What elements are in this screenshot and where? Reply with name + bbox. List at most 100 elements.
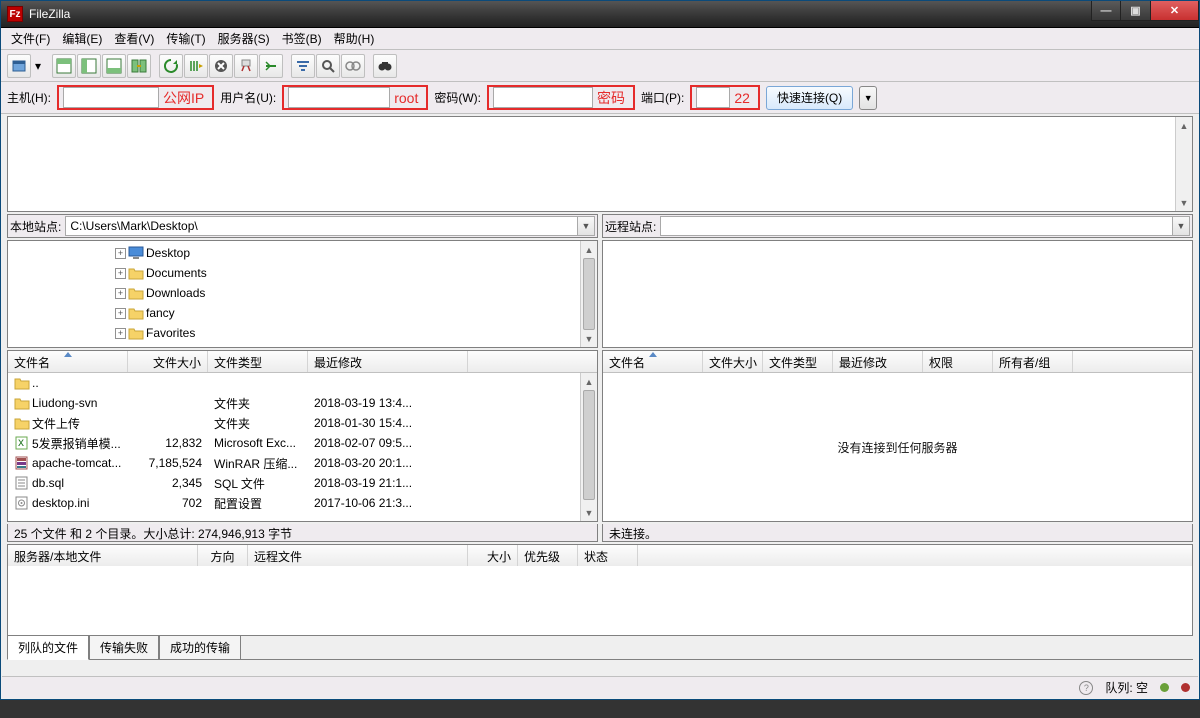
toggle-queue-button[interactable] xyxy=(102,54,126,78)
qcol-prio[interactable]: 优先级 xyxy=(518,545,578,566)
minimize-button[interactable]: — xyxy=(1091,1,1121,21)
qcol-remote[interactable]: 远程文件 xyxy=(248,545,468,566)
local-summary: 25 个文件 和 2 个目录。大小总计: 274,946,913 字节 xyxy=(7,524,598,542)
tree-node[interactable]: +Desktop xyxy=(115,243,595,263)
file-modified: 2018-03-20 20:1... xyxy=(308,456,468,470)
quickconnect-button[interactable]: 快速连接(Q) xyxy=(766,86,853,110)
chevron-down-icon[interactable]: ▼ xyxy=(1172,217,1189,235)
message-log[interactable]: ▲▼ xyxy=(7,116,1193,212)
tab-queued[interactable]: 列队的文件 xyxy=(7,635,89,660)
sync-browse-button[interactable] xyxy=(127,54,151,78)
file-name: 5发票报销单模... xyxy=(32,435,121,452)
menu-help[interactable]: 帮助(H) xyxy=(328,28,381,49)
remote-file-list[interactable]: 文件名 文件大小 文件类型 最近修改 权限 所有者/组 没有连接到任何服务器 xyxy=(602,350,1193,522)
pass-input[interactable] xyxy=(493,87,593,108)
queue-body[interactable] xyxy=(7,566,1193,636)
list-item[interactable]: .. xyxy=(8,373,597,393)
reconnect-button[interactable] xyxy=(259,54,283,78)
col-owner[interactable]: 所有者/组 xyxy=(993,351,1073,372)
menu-transfer[interactable]: 传输(T) xyxy=(160,28,211,49)
list-item[interactable]: apache-tomcat...7,185,524WinRAR 压缩...201… xyxy=(8,453,597,473)
menu-edit[interactable]: 编辑(E) xyxy=(56,28,108,49)
col-filename[interactable]: 文件名 xyxy=(603,351,703,372)
host-input[interactable] xyxy=(63,87,159,108)
remote-site-combo[interactable]: ▼ xyxy=(660,216,1190,236)
tab-failed[interactable]: 传输失败 xyxy=(89,635,159,660)
tab-success[interactable]: 成功的传输 xyxy=(159,635,241,660)
port-annotation: 22 xyxy=(690,85,760,110)
app-icon: Fz xyxy=(7,6,23,22)
expand-icon[interactable]: + xyxy=(115,328,126,339)
dropdown-button[interactable]: ▾ xyxy=(32,54,44,78)
indicator-green-icon xyxy=(1160,683,1169,692)
log-scrollbar[interactable]: ▲▼ xyxy=(1175,117,1192,211)
menu-view[interactable]: 查看(V) xyxy=(108,28,160,49)
process-queue-button[interactable] xyxy=(184,54,208,78)
local-site-combo[interactable]: C:\Users\Mark\Desktop\ ▼ xyxy=(65,216,595,236)
qcol-dir[interactable]: 方向 xyxy=(198,545,248,566)
file-modified: 2018-01-30 15:4... xyxy=(308,416,468,430)
file-size: 702 xyxy=(128,496,208,510)
search-button[interactable] xyxy=(316,54,340,78)
remote-noconn-text: 没有连接到任何服务器 xyxy=(603,373,1192,521)
qcol-size[interactable]: 大小 xyxy=(468,545,518,566)
filter-button[interactable] xyxy=(291,54,315,78)
col-perm[interactable]: 权限 xyxy=(923,351,993,372)
local-tree-scrollbar[interactable]: ▲▼ xyxy=(580,241,597,347)
user-annotation: root xyxy=(282,85,428,110)
list-item[interactable]: 文件上传文件夹2018-01-30 15:4... xyxy=(8,413,597,433)
col-filename[interactable]: 文件名 xyxy=(8,351,128,372)
list-item[interactable]: desktop.ini702配置设置2017-10-06 21:3... xyxy=(8,493,597,513)
toggle-tree-button[interactable] xyxy=(77,54,101,78)
tree-label: Documents xyxy=(146,266,207,280)
disconnect-button[interactable] xyxy=(234,54,258,78)
col-size[interactable]: 文件大小 xyxy=(128,351,208,372)
pass-label: 密码(W): xyxy=(434,89,481,106)
tree-node[interactable]: +Favorites xyxy=(115,323,595,343)
col-size[interactable]: 文件大小 xyxy=(703,351,763,372)
binoculars-button[interactable] xyxy=(373,54,397,78)
expand-icon[interactable]: + xyxy=(115,288,126,299)
chevron-down-icon[interactable]: ▼ xyxy=(577,217,594,235)
quickconnect-dropdown[interactable]: ▼ xyxy=(859,86,877,110)
menu-file[interactable]: 文件(F) xyxy=(5,28,56,49)
help-icon[interactable]: ? xyxy=(1079,681,1093,695)
cancel-button[interactable] xyxy=(209,54,233,78)
site-manager-button[interactable] xyxy=(7,54,31,78)
remote-tree[interactable] xyxy=(602,240,1193,348)
menu-bookmarks[interactable]: 书签(B) xyxy=(276,28,328,49)
file-name: 文件上传 xyxy=(32,415,80,432)
tree-node[interactable]: +Downloads xyxy=(115,283,595,303)
local-site-bar: 本地站点: C:\Users\Mark\Desktop\ ▼ xyxy=(7,214,598,238)
expand-icon[interactable]: + xyxy=(115,248,126,259)
expand-icon[interactable]: + xyxy=(115,308,126,319)
host-annotation: 公网IP xyxy=(57,85,214,110)
tree-node[interactable]: + Documents xyxy=(115,263,595,283)
col-type[interactable]: 文件类型 xyxy=(763,351,833,372)
local-file-list[interactable]: 文件名 文件大小 文件类型 最近修改 ..Liudong-svn文件夹2018-… xyxy=(7,350,598,522)
compare-button[interactable] xyxy=(341,54,365,78)
list-item[interactable]: Liudong-svn文件夹2018-03-19 13:4... xyxy=(8,393,597,413)
expand-icon[interactable]: + xyxy=(115,268,126,279)
local-list-scrollbar[interactable]: ▲▼ xyxy=(580,373,597,521)
toggle-log-button[interactable] xyxy=(52,54,76,78)
refresh-button[interactable] xyxy=(159,54,183,78)
col-type[interactable]: 文件类型 xyxy=(208,351,308,372)
port-input[interactable] xyxy=(696,87,730,108)
local-columns: 文件名 文件大小 文件类型 最近修改 xyxy=(8,351,597,373)
port-label: 端口(P): xyxy=(641,89,684,106)
maximize-button[interactable]: ▣ xyxy=(1121,1,1151,21)
tree-node[interactable]: +fancy xyxy=(115,303,595,323)
local-tree[interactable]: +Desktop+Documents+Downloads+fancy+Favor… xyxy=(7,240,598,348)
qcol-server[interactable]: 服务器/本地文件 xyxy=(8,545,198,566)
user-input[interactable] xyxy=(288,87,390,108)
menu-server[interactable]: 服务器(S) xyxy=(212,28,276,49)
local-site-label: 本地站点: xyxy=(10,218,61,235)
host-label: 主机(H): xyxy=(7,89,51,106)
close-button[interactable]: ✕ xyxy=(1151,1,1199,21)
col-modified[interactable]: 最近修改 xyxy=(308,351,468,372)
list-item[interactable]: x5发票报销单模...12,832Microsoft Exc...2018-02… xyxy=(8,433,597,453)
col-modified[interactable]: 最近修改 xyxy=(833,351,923,372)
list-item[interactable]: db.sql2,345SQL 文件2018-03-19 21:1... xyxy=(8,473,597,493)
qcol-status[interactable]: 状态 xyxy=(578,545,638,566)
